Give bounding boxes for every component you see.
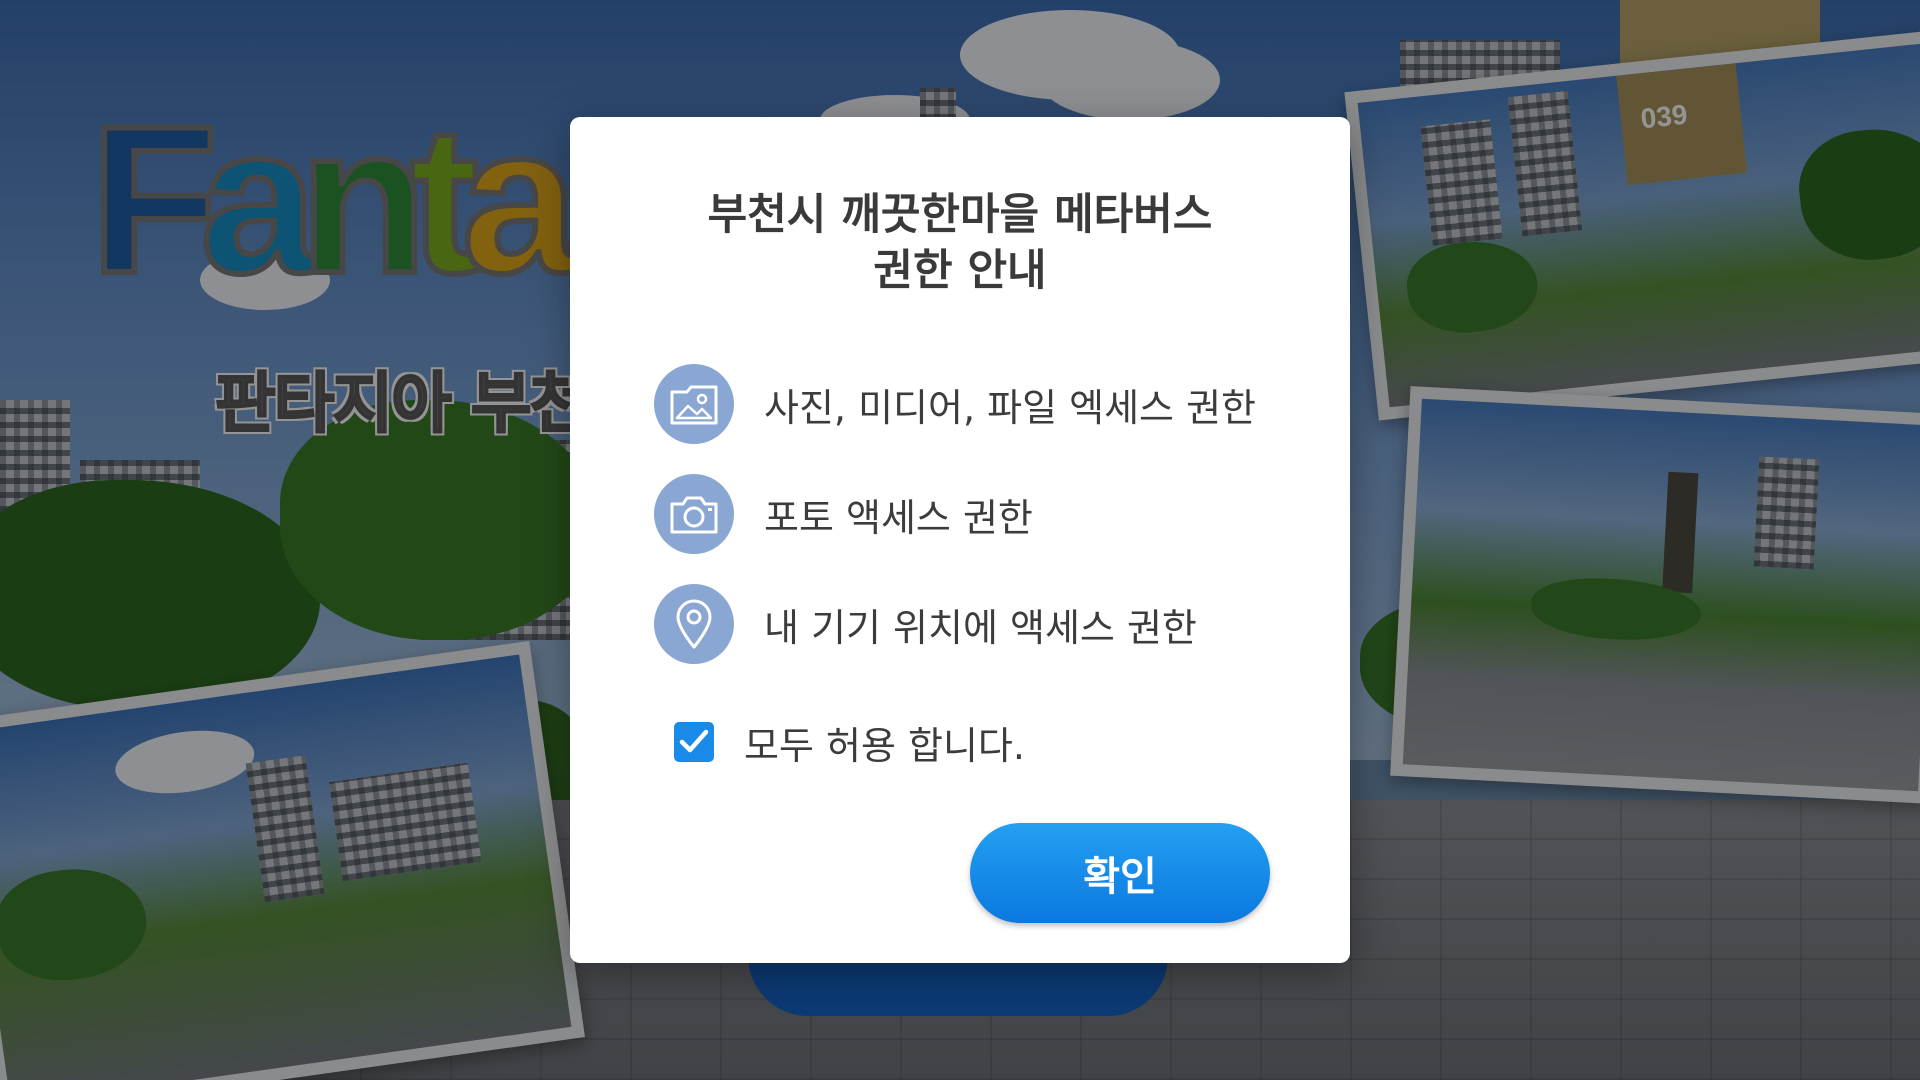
camera-icon <box>654 474 734 554</box>
permission-label: 내 기기 위치에 액세스 권한 <box>764 605 1197 650</box>
allow-all-option[interactable]: 모두 허용 합니다. <box>674 717 1025 768</box>
permission-item-media: 사진, 미디어, 파일 엑세스 권한 <box>654 364 1294 444</box>
dialog-title: 부천시 깨끗한마을 메타버스 권한 안내 <box>707 190 1213 296</box>
confirm-button[interactable]: 확인 <box>970 823 1270 923</box>
permission-item-camera: 포토 액세스 권한 <box>654 474 1294 554</box>
permission-label: 포토 액세스 권한 <box>764 495 1033 540</box>
permission-label: 사진, 미디어, 파일 엑세스 권한 <box>764 385 1256 430</box>
allow-all-checkbox[interactable] <box>674 722 714 762</box>
image-icon <box>654 364 734 444</box>
location-pin-icon <box>654 584 734 664</box>
allow-all-label: 모두 허용 합니다. <box>744 723 1025 768</box>
permission-item-location: 내 기기 위치에 액세스 권한 <box>654 584 1294 664</box>
checkmark-icon <box>679 729 709 753</box>
permission-dialog: 부천시 깨끗한마을 메타버스 권한 안내 사진, 미디어, 파일 엑세스 권한 … <box>570 117 1350 963</box>
